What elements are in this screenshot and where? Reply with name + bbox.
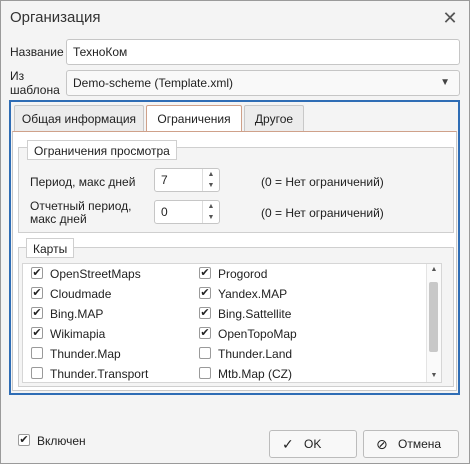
period-label: Период, макс дней	[30, 175, 136, 189]
increment-icon[interactable]: ▲	[203, 201, 219, 212]
report-period-label-line2: макс дней	[30, 212, 87, 226]
title-bar: Организация ✕	[1, 1, 469, 35]
cancel-button[interactable]: ⊘ Отмена	[363, 430, 459, 458]
checkbox-icon[interactable]: ✔	[31, 267, 43, 279]
map-checkbox-label: Progorod	[218, 267, 268, 281]
scroll-down-icon[interactable]: ▼	[427, 370, 441, 382]
checkbox-icon[interactable]: ✔	[199, 287, 211, 299]
template-select-value: Demo-scheme (Template.xml)	[73, 76, 234, 90]
checkmark-icon: ✓	[282, 436, 294, 452]
enabled-label: Включен	[37, 434, 86, 448]
cancel-button-label: Отмена	[398, 437, 442, 451]
period-stepper[interactable]: 7 ▲ ▼	[154, 168, 220, 192]
template-select[interactable]: Demo-scheme (Template.xml) ▼	[66, 70, 460, 96]
scroll-up-icon[interactable]: ▲	[427, 264, 441, 276]
checkbox-icon[interactable]	[199, 367, 211, 379]
period-hint: (0 = Нет ограничений)	[261, 175, 384, 189]
map-checkbox-label: Thunder.Land	[218, 347, 293, 361]
checkbox-icon[interactable]	[31, 367, 43, 379]
decrement-icon[interactable]: ▼	[203, 180, 219, 191]
dialog-title: Организация	[10, 9, 101, 26]
report-period-value: 0	[161, 205, 168, 219]
maps-legend: Карты	[26, 238, 75, 258]
map-checkbox-label: Bing.Sattellite	[218, 307, 292, 321]
checkbox-icon[interactable]	[31, 347, 43, 359]
map-checkbox-label: Wikimapia	[50, 327, 106, 341]
increment-icon[interactable]: ▲	[203, 169, 219, 180]
ok-button-label: OK	[304, 437, 322, 451]
report-period-hint: (0 = Нет ограничений)	[261, 206, 384, 220]
template-label-line1: Из	[10, 69, 25, 83]
map-checkbox-label: Cloudmade	[50, 287, 112, 301]
period-value: 7	[161, 173, 168, 187]
map-checkbox-label: Yandex.MAP	[218, 287, 288, 301]
checkbox-icon[interactable]: ✔	[31, 307, 43, 319]
maps-scrollbar[interactable]: ▲ ▼	[426, 264, 441, 382]
map-checkbox-label: Bing.MAP	[50, 307, 104, 321]
view-limits-legend: Ограничения просмотра	[27, 140, 177, 160]
report-period-label-line1: Отчетный период,	[30, 199, 132, 213]
template-label-line2: шаблона	[10, 83, 60, 97]
checkbox-icon[interactable]: ✔	[199, 327, 211, 339]
close-icon[interactable]: ✕	[440, 8, 460, 28]
report-period-stepper[interactable]: 0 ▲ ▼	[154, 200, 220, 224]
chevron-down-icon: ▼	[440, 77, 450, 88]
ok-button[interactable]: ✓ OK	[269, 430, 357, 458]
checkbox-icon[interactable]: ✔	[18, 434, 30, 446]
tab-limits[interactable]: Ограничения	[146, 105, 242, 132]
checkbox-icon[interactable]: ✔	[31, 287, 43, 299]
scroll-thumb[interactable]	[429, 282, 438, 352]
organization-dialog: Организация ✕ Название ТехноКом Из шабло…	[0, 0, 470, 464]
map-checkbox-label: Mtb.Map (CZ)	[218, 367, 293, 381]
map-checkbox-label: Thunder.Transport	[50, 367, 149, 381]
tab-other[interactable]: Другое	[244, 105, 304, 131]
map-checkbox-label: OpenStreetMaps	[50, 267, 141, 281]
checkbox-icon[interactable]: ✔	[199, 307, 211, 319]
map-checkbox-label: OpenTopoMap	[218, 327, 297, 341]
checkbox-icon[interactable]: ✔	[199, 267, 211, 279]
checkbox-icon[interactable]: ✔	[31, 327, 43, 339]
name-label: Название	[10, 45, 64, 59]
name-input[interactable]: ТехноКом	[66, 39, 460, 65]
map-checkbox-label: Thunder.Map	[50, 347, 121, 361]
maps-list: ✔ OpenStreetMaps ✔ Progorod ✔ Cloudmade ✔ Yande…	[22, 263, 442, 383]
checkbox-icon[interactable]	[199, 347, 211, 359]
decrement-icon[interactable]: ▼	[203, 212, 219, 223]
tab-general[interactable]: Общая информация	[14, 105, 144, 131]
cancel-icon: ⊘	[376, 436, 388, 452]
